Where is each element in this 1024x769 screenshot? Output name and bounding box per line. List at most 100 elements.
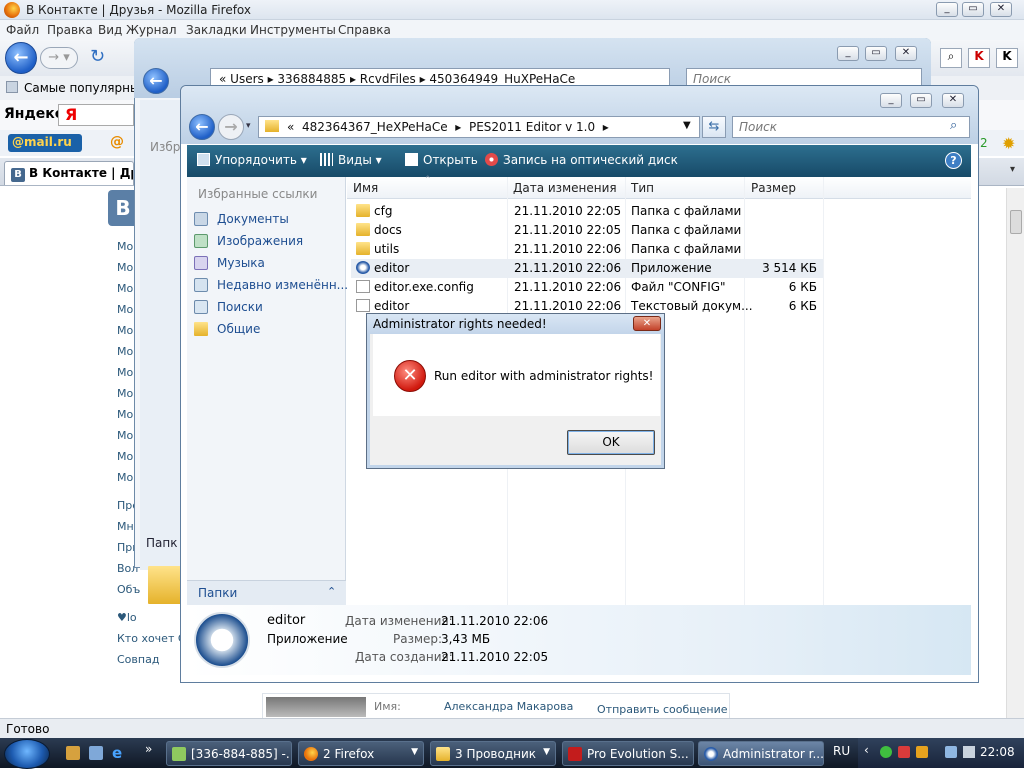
vk-menu-item[interactable]: Мо [117,345,133,358]
open-button[interactable]: Открыть [405,153,478,167]
back-arrow-icon[interactable]: ← [5,42,37,74]
show-desktop-icon[interactable] [66,746,80,760]
col-name[interactable]: Имя [353,181,378,195]
vk-menu-item[interactable]: Мо [117,450,133,463]
quicklaunch-more-icon[interactable]: » [145,742,152,756]
task-pes[interactable]: Pro Evolution S... [562,741,694,766]
menu-edit[interactable]: Правка [47,23,93,37]
fav-searches[interactable]: Поиски [217,300,263,314]
table-row[interactable]: docs 21.11.2010 22:05 Папка с файлами [351,221,823,240]
bookmark-popular[interactable]: Самые популярные [24,81,147,95]
dialog-close-button[interactable]: ✕ [633,316,661,331]
col-type[interactable]: Тип [631,181,654,195]
yandex-logo[interactable]: Яндекс [4,106,63,122]
ok-button[interactable]: OK [567,430,655,455]
menu-view[interactable]: Вид [98,23,122,37]
fav-public[interactable]: Общие [217,322,260,336]
scrollbar-thumb[interactable] [1010,210,1022,234]
mailru-logo[interactable]: @mail.ru [8,134,82,152]
network-icon[interactable] [945,746,957,758]
minimize-button[interactable]: _ [880,93,902,108]
fav-music[interactable]: Музыка [217,256,265,270]
switch-windows-icon[interactable] [89,746,103,760]
help-icon[interactable]: ? [945,152,962,169]
tab-vkontakte[interactable]: B В Контакте | Друзья [4,161,134,185]
search-icon[interactable]: ⌕ [940,48,962,68]
mail-agent-icon[interactable] [916,746,928,758]
fav-documents[interactable]: Документы [217,212,289,226]
vk-link[interactable]: Совпад [117,653,159,666]
search-input[interactable]: Поиск [732,116,970,138]
maximize-button[interactable]: ▭ [865,46,887,61]
breadcrumb-current[interactable]: PES2011 Editor v 1.0 [469,120,595,134]
friend-name[interactable]: Александра Макарова [444,700,573,713]
vk-link[interactable]: Кто хочет С [117,632,186,645]
refresh-icon[interactable]: ⇆ [702,116,726,138]
vk-menu-item[interactable]: Мо [117,408,133,421]
back-arrow-icon[interactable]: ← [189,114,215,140]
address-overflow[interactable]: « [287,120,294,134]
vk-menu-item[interactable]: Мо [117,471,133,484]
table-row-selected[interactable]: editor 21.11.2010 22:06 Приложение 3 514… [351,259,823,278]
addon-k2-icon[interactable]: K [996,48,1018,68]
menu-history[interactable]: Журнал [126,23,177,37]
yandex-search-icon[interactable]: Я [58,104,134,126]
menu-file[interactable]: Файл [6,23,39,37]
table-row[interactable]: utils 21.11.2010 22:06 Папка с файлами [351,240,823,259]
minimize-button[interactable]: _ [936,2,958,17]
forward-arrow-icon[interactable]: → [218,114,244,140]
tray-expand-icon[interactable]: ‹ [864,743,869,757]
close-button[interactable]: ✕ [895,46,917,61]
vk-menu-item[interactable]: Мо [117,387,133,400]
vk-link[interactable]: Объ [117,583,140,596]
search-icon[interactable]: ⌕ [950,118,957,133]
close-button[interactable]: ✕ [990,2,1012,17]
clock[interactable]: 22:08 [980,745,1015,759]
language-indicator[interactable]: RU [833,744,850,758]
ie-icon[interactable]: e [112,744,122,762]
vk-menu-item[interactable]: Мо [117,282,133,295]
menu-tools[interactable]: Инструменты [250,23,336,37]
address-bar[interactable]: « 482364367_HeXPeHaCe ▸ PES2011 Editor v… [258,116,700,138]
table-row[interactable]: cfg 21.11.2010 22:05 Папка с файлами [351,202,823,221]
task-admin-dialog[interactable]: Administrator r... [698,741,824,766]
chevron-down-icon[interactable]: ▼ [683,120,691,131]
organize-button[interactable]: Упорядочить ▾ [197,153,307,167]
forward-arrow-icon[interactable]: → ▾ [40,47,78,69]
gear-icon[interactable]: ✹ [1002,134,1015,153]
send-message-link[interactable]: Отправить сообщение [597,703,728,716]
col-date[interactable]: Дата изменения [513,181,617,195]
vk-menu-item[interactable]: Мо [117,303,133,316]
tab-list-icon[interactable]: ▾ [1010,164,1015,175]
menu-help[interactable]: Справка [338,23,391,37]
vk-menu-item[interactable]: Мо [117,429,133,442]
breadcrumb-folder[interactable]: 482364367_HeXPeHaCe [302,120,448,134]
vk-menu-item[interactable]: Мо [117,324,133,337]
vk-menu-item[interactable]: Мо [117,366,133,379]
vk-menu-item[interactable]: Мо [117,240,133,253]
folders-toggle[interactable]: Папки ⌃ [187,580,346,605]
mailru-agent-icon[interactable]: @ [110,134,124,150]
maximize-button[interactable]: ▭ [962,2,984,17]
burn-disc-button[interactable]: Запись на оптический диск [485,153,678,167]
friend-photo[interactable] [266,697,366,717]
fav-recent[interactable]: Недавно изменённ... [217,278,348,292]
start-button[interactable] [4,739,50,769]
page-scrollbar[interactable] [1006,188,1024,718]
task-firefox[interactable]: 2 Firefox ▼ [298,741,424,766]
table-row[interactable]: editor.exe.config 21.11.2010 22:06 Файл … [351,278,823,297]
fav-pictures[interactable]: Изображения [217,234,303,248]
security-icon[interactable] [898,746,910,758]
volume-icon[interactable] [963,746,975,758]
menu-bookmarks[interactable]: Закладки [186,23,247,37]
addon-k-icon[interactable]: K [968,48,990,68]
vk-menu-item[interactable]: Мо [117,261,133,274]
back-arrow-icon[interactable]: ← [143,68,169,94]
task-explorer[interactable]: 3 Проводник ▼ [430,741,556,766]
minimize-button[interactable]: _ [837,46,859,61]
col-size[interactable]: Размер [751,181,796,195]
icq-flower-icon[interactable] [880,746,892,758]
recent-pages-chevron-icon[interactable]: ▾ [246,121,251,131]
reload-icon[interactable]: ↻ [90,46,105,67]
close-button[interactable]: ✕ [942,93,964,108]
